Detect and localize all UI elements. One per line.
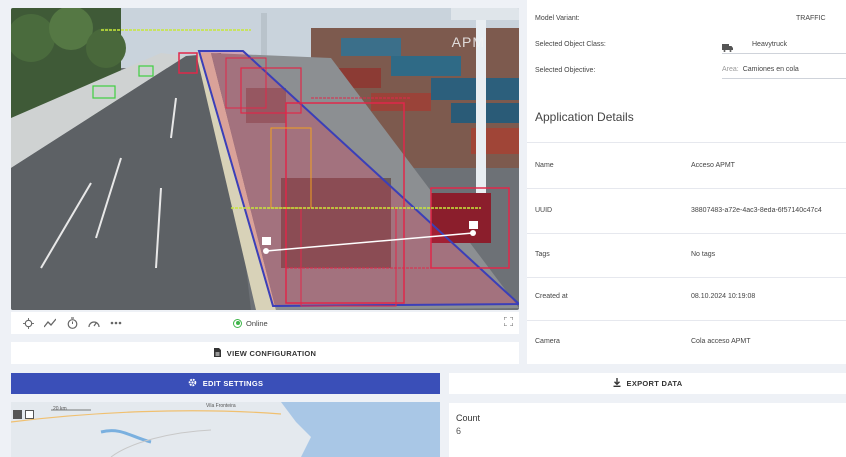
- gear-icon: [188, 378, 197, 389]
- detail-tags-value: No tags: [691, 251, 716, 258]
- model-variant-value: TRAFFIC: [796, 15, 826, 22]
- trend-icon[interactable]: [39, 312, 61, 334]
- model-variant-label: Model Variant:: [535, 15, 580, 22]
- detail-tags-label: Tags: [535, 251, 550, 258]
- application-details-title: Application Details: [535, 110, 634, 124]
- camera-scene: [11, 8, 519, 310]
- object-class-value: Heavytruck: [752, 41, 788, 48]
- objective-text: Area: Camiones en cola: [722, 66, 799, 73]
- details-panel: [527, 0, 846, 364]
- object-class-label: Selected Object Class:: [535, 41, 606, 48]
- divider: [527, 142, 846, 143]
- layers-icon[interactable]: [13, 410, 22, 419]
- fullscreen-icon[interactable]: [503, 316, 514, 329]
- objective-label: Selected Objective:: [535, 67, 596, 74]
- divider: [527, 320, 846, 321]
- online-status-icon: [233, 318, 242, 328]
- detail-name-label: Name: [535, 162, 554, 169]
- count-value: 6: [456, 426, 462, 436]
- timer-icon[interactable]: [61, 312, 83, 334]
- detail-name-value: Acceso APMT: [691, 162, 735, 169]
- truck-icon: [722, 39, 733, 57]
- edit-settings-label: EDIT SETTINGS: [202, 379, 264, 388]
- map-scale-label: 20 km: [53, 406, 67, 412]
- objective-value: Camiones en cola: [742, 66, 799, 73]
- detail-uuid-label: UUID: [535, 207, 553, 214]
- download-icon: [613, 378, 621, 389]
- location-map[interactable]: 20 km Vila Fronteira: [11, 402, 440, 457]
- detail-camera-label: Camera: [535, 338, 560, 345]
- map-canvas: [11, 402, 440, 457]
- speed-icon[interactable]: [83, 312, 105, 334]
- camera-overlay-text: APM: [451, 34, 485, 50]
- export-data-button[interactable]: EXPORT DATA: [449, 373, 846, 394]
- status-label: Online: [246, 318, 268, 328]
- objective-prefix: Area:: [722, 66, 739, 73]
- document-icon: [213, 347, 221, 359]
- object-class-select[interactable]: Heavytruck: [722, 38, 846, 54]
- detail-uuid-value: 38807483-a72e-4ac3-8eda-6f57140c47c4: [691, 207, 822, 214]
- connection-status: Online: [233, 318, 268, 328]
- edit-settings-button[interactable]: EDIT SETTINGS: [11, 373, 440, 394]
- count-label: Count: [456, 413, 481, 423]
- divider: [527, 277, 846, 278]
- export-data-label: EXPORT DATA: [626, 379, 683, 388]
- map-place-label: Vila Fronteira: [206, 403, 236, 409]
- camera-feed[interactable]: APM: [11, 8, 519, 310]
- view-configuration-button[interactable]: VIEW CONFIGURATION: [11, 342, 519, 364]
- camera-controls-bar: Online: [11, 312, 519, 334]
- objective-select[interactable]: Area: Camiones en cola: [722, 63, 846, 79]
- more-icon[interactable]: [105, 312, 127, 334]
- crosshair-icon[interactable]: [17, 312, 39, 334]
- detail-camera-value: Cola acceso APMT: [691, 338, 751, 345]
- map-toggle-icon[interactable]: [25, 410, 34, 419]
- view-configuration-label: VIEW CONFIGURATION: [226, 348, 317, 358]
- count-card: Count 6: [449, 403, 846, 457]
- detail-created-value: 08.10.2024 10:19:08: [691, 293, 756, 300]
- divider: [527, 188, 846, 189]
- divider: [527, 233, 846, 234]
- detail-created-label: Created at: [535, 293, 568, 300]
